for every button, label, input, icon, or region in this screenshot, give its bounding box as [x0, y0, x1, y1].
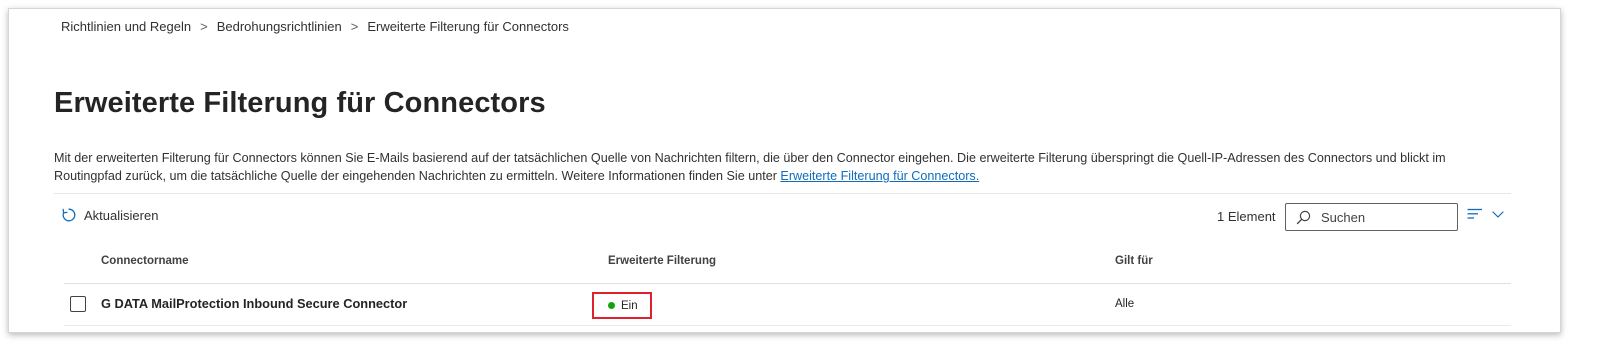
breadcrumb-item-current: Erweiterte Filterung für Connectors: [367, 19, 569, 34]
page-title: Erweiterte Filterung für Connectors: [54, 87, 546, 119]
column-header-applies-to[interactable]: Gilt für: [1115, 255, 1153, 267]
filter-button[interactable]: [1467, 208, 1505, 220]
chevron-down-icon: [1492, 211, 1504, 218]
column-header-enhanced-filtering[interactable]: Erweiterte Filterung: [608, 255, 716, 267]
search-box[interactable]: [1285, 203, 1458, 231]
breadcrumb-item-threat-policies[interactable]: Bedrohungsrichtlinien: [217, 19, 342, 34]
refresh-button[interactable]: Aktualisieren: [61, 207, 158, 223]
breadcrumb-item-policies[interactable]: Richtlinien und Regeln: [61, 19, 191, 34]
applies-to-cell: Alle: [1115, 298, 1135, 310]
chevron-right-icon: >: [350, 19, 359, 34]
connector-name-cell[interactable]: G DATA MailProtection Inbound Secure Con…: [101, 296, 407, 311]
table-header-divider: [64, 283, 1511, 284]
table-row-divider: [64, 325, 1511, 326]
item-count: 1 Element: [1217, 209, 1276, 224]
filter-lines-icon: [1467, 208, 1482, 219]
enhanced-filtering-status: Ein: [621, 299, 638, 312]
learn-more-link[interactable]: Erweiterte Filterung für Connectors.: [780, 169, 979, 183]
column-header-connectorname[interactable]: Connectorname: [101, 255, 189, 267]
page-description: Mit der erweiterten Filterung für Connec…: [54, 149, 1514, 185]
status-badge: Ein: [592, 292, 652, 319]
search-input[interactable]: [1319, 208, 1453, 226]
chevron-right-icon: >: [200, 19, 208, 34]
description-text: Mit der erweiterten Filterung für Connec…: [54, 151, 1446, 183]
divider: [54, 193, 1511, 194]
status-dot-icon: [608, 302, 615, 309]
app-window: Richtlinien und Regeln > Bedrohungsricht…: [8, 8, 1561, 333]
breadcrumb: Richtlinien und Regeln > Bedrohungsricht…: [61, 19, 569, 34]
row-checkbox[interactable]: [70, 296, 86, 312]
refresh-icon: [62, 208, 76, 222]
refresh-label: Aktualisieren: [84, 207, 159, 223]
search-icon: [1296, 210, 1311, 224]
